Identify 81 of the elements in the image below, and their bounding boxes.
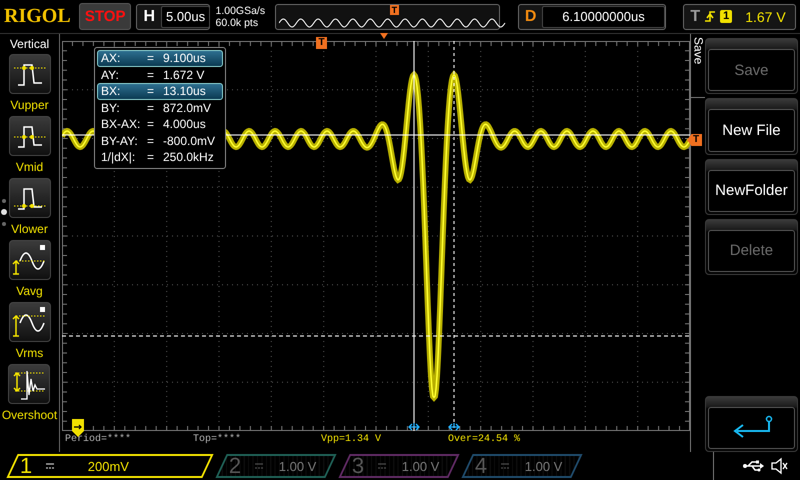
coupling-icon (255, 463, 263, 469)
readout-equals: = (147, 150, 156, 164)
readout-value: -800.0mV (163, 134, 216, 148)
readout-name: AY: (101, 68, 120, 82)
readout-value: 250.0kHz (163, 150, 215, 164)
timebase-label: H (142, 8, 156, 26)
speaker-muted-icon (770, 457, 788, 475)
channel-scale: 1.00 V (279, 458, 317, 474)
readout-equals: = (147, 84, 156, 98)
measure-label: Vrms (16, 346, 44, 360)
cursor-position-icon (448, 423, 460, 431)
measure-button[interactable] (8, 302, 50, 342)
channel-number: 2 (228, 453, 242, 479)
readout-name: 1/|dX|: (101, 150, 136, 164)
channel-tab[interactable]: 4 1.00 V (461, 454, 583, 478)
trigger-source: 1 (720, 10, 732, 23)
readout-value: 9.100us (163, 51, 207, 66)
channel-tab[interactable]: 2 1.00 V (215, 454, 337, 478)
measure-label: Overshoot (2, 408, 58, 422)
run-stop-button[interactable]: STOP (78, 3, 132, 30)
measure-button[interactable] (8, 54, 50, 94)
channel-number: 3 (350, 453, 366, 479)
measure-button[interactable] (8, 240, 50, 280)
readout-value: 872.0mV (163, 100, 212, 115)
delay-value: 6.10000000us (542, 6, 665, 28)
readout-name: BX: (101, 84, 122, 98)
measurement-readout: Vpp=1.34 V (321, 433, 382, 447)
cursor-row[interactable]: AX: = 9.100us (97, 50, 223, 66)
trigger-marker: T (390, 4, 399, 14)
menu-title: Save (691, 37, 704, 66)
trigger-level: 1.67 V (745, 8, 786, 24)
page-indicator-icon (0, 198, 8, 228)
readout-equals: = (147, 117, 156, 132)
delay-marker-icon (380, 33, 388, 39)
rising-edge-icon (705, 10, 716, 24)
usb-icon (742, 460, 764, 472)
cursor-position-icon (408, 423, 420, 431)
timebase-value: 5.00us (161, 6, 210, 28)
divider-line (713, 452, 714, 480)
measure-label: Vupper (10, 98, 49, 112)
readout-value: 4.000us (163, 117, 207, 132)
trigger-position-marker: T (316, 37, 327, 49)
channel-number: 4 (474, 453, 488, 479)
channel-number: 1 (18, 453, 34, 479)
readout-equals: = (147, 51, 156, 66)
measure-button[interactable] (8, 178, 50, 218)
readout-value: 13.10us (163, 84, 207, 98)
readout-value: 1.672 V (163, 68, 206, 82)
memory-depth: 60.0k pts (215, 16, 260, 28)
coupling-icon (501, 463, 509, 469)
channel-scale: 1.00 V (402, 458, 440, 474)
measurement-readout: Over=24.54 % (448, 433, 520, 447)
measure-label: Vavg (16, 284, 43, 298)
cursor-row[interactable]: BX: = 13.10us (97, 83, 223, 100)
measure-label: Vlower (11, 222, 48, 236)
delay-label: D (524, 8, 538, 26)
readout-equals: = (147, 134, 156, 148)
measure-button[interactable] (8, 116, 50, 156)
readout-name: BY-AY: (101, 134, 139, 148)
readout-equals: = (147, 68, 156, 82)
readout-name: AX: (101, 51, 122, 66)
coupling-icon (46, 463, 54, 469)
menu-button[interactable]: New File (708, 109, 795, 152)
measurement-readout: Period=**** (65, 432, 132, 447)
measurement-readout: Top=**** (193, 432, 242, 447)
panel-title: Vertical (10, 37, 50, 51)
channel-scale: 1.00 V (525, 458, 563, 474)
readout-name: BX-AX: (101, 117, 142, 132)
menu-button[interactable]: NewFolder (708, 170, 795, 212)
back-button[interactable] (708, 406, 795, 450)
readout-name: BY: (101, 100, 121, 115)
measure-label: Vmid (16, 160, 44, 174)
channel-scale: 200mV (88, 458, 130, 474)
trigger-label: T (689, 8, 700, 26)
measure-button[interactable] (8, 364, 50, 404)
sample-rate: 1.00GSa/s (215, 4, 266, 16)
brand-logo: RIGOL (4, 5, 72, 28)
channel-tab[interactable]: 1 200mV (6, 454, 214, 478)
coupling-icon (378, 463, 386, 469)
readout-equals: = (147, 100, 156, 115)
channel-tab[interactable]: 3 1.00 V (338, 454, 460, 478)
